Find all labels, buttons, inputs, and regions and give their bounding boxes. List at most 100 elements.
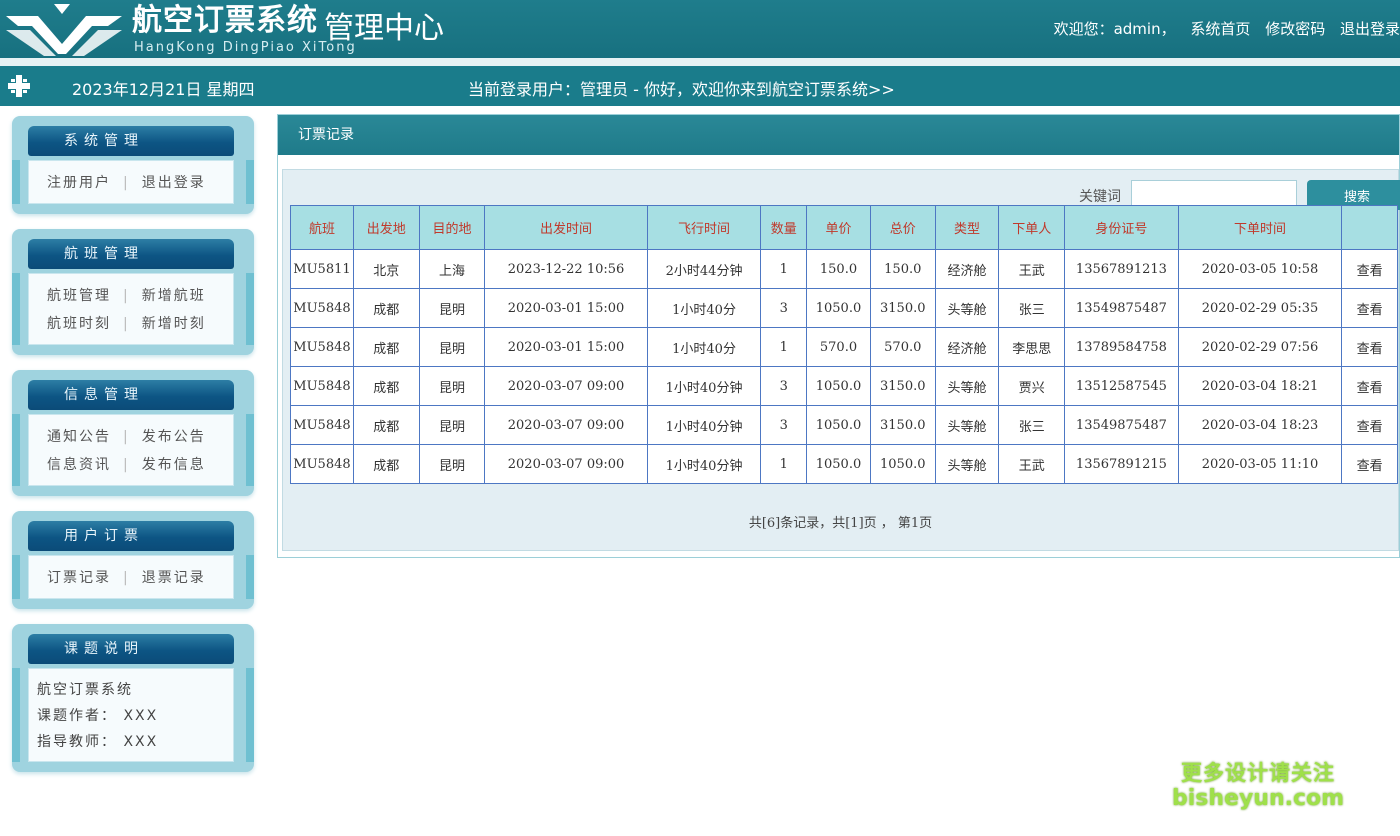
sidebar-item-add-schedule[interactable]: 新增时刻	[142, 316, 206, 332]
column-header: 身份证号	[1064, 205, 1179, 250]
sidebar-item-notice[interactable]: 通知公告	[47, 429, 111, 445]
welcome-message: 当前登录用户：管理员 - 你好，欢迎你来到航空订票系统>>	[468, 80, 895, 99]
keyword-label: 关键词	[1079, 189, 1121, 205]
view-link[interactable]: 查看	[1341, 288, 1398, 328]
table-cell: 150.0	[869, 249, 936, 289]
sidebar-item-logout[interactable]: 退出登录	[142, 175, 206, 191]
table-cell: 150.0	[806, 249, 871, 289]
table-cell: 3	[760, 405, 808, 445]
project-author: 课题作者： XXX	[37, 708, 159, 724]
table-row: MU5848 成都 昆明 2020-03-01 15:00 1小时40分 3 1050.0 3…	[290, 288, 1398, 328]
grid-plus-icon	[8, 75, 30, 97]
pagination-info: 共[6]条记录，共[1]页 ， 第1页	[748, 516, 933, 531]
table-cell: 2020-02-29 05:35	[1177, 288, 1343, 328]
panel-heading: 订票记录	[278, 115, 1399, 155]
view-link[interactable]: 查看	[1341, 249, 1398, 289]
view-link[interactable]: 查看	[1341, 366, 1398, 406]
table-cell: 2020-03-04 18:23	[1177, 405, 1343, 445]
records-container: 关键词 搜索 航班 出发地 目的地 出发时间 飞行时间 数量 单价 总价 类型 下单人 身份证号 下单…	[282, 169, 1400, 551]
sidebar-panel-flight: 航班管理 航班管理 | 新增航班 航班时刻 | 新增时刻	[12, 229, 254, 355]
sidebar-item-publish-info[interactable]: 发布信息	[142, 457, 206, 473]
sidebar-item-news[interactable]: 信息资讯	[47, 457, 111, 473]
sidebar-item-register-user[interactable]: 注册用户	[47, 175, 111, 191]
sidebar-item-booking-records[interactable]: 订票记录	[47, 570, 111, 586]
table-row: MU5848 成都 昆明 2020-03-07 09:00 1小时40分钟 3 1050.0…	[290, 366, 1398, 406]
table-cell: 570.0	[806, 327, 871, 367]
column-header: 航班	[290, 205, 354, 250]
column-header: 目的地	[418, 205, 486, 250]
table-cell: 张三	[998, 405, 1066, 445]
table-cell: 13512587545	[1064, 366, 1179, 406]
view-link[interactable]: 查看	[1341, 405, 1398, 445]
table-cell: 1	[760, 327, 808, 367]
sidebar-panel-booking: 用户订票 订票记录 | 退票记录	[12, 511, 254, 609]
nav-home-link[interactable]: 系统首页	[1190, 20, 1250, 38]
column-header: 总价	[869, 205, 936, 250]
table-cell: 昆明	[418, 327, 486, 367]
current-date: 2023年12月21日 星期四	[72, 80, 255, 99]
nav-logout-link[interactable]: 退出登录	[1340, 20, 1400, 38]
table-cell: 昆明	[418, 405, 486, 445]
table-cell: 570.0	[869, 327, 936, 367]
table-cell: 2020-03-05 10:58	[1177, 249, 1343, 289]
table-cell: 1050.0	[806, 444, 871, 484]
table-cell: MU5848	[290, 444, 354, 484]
table-row: MU5848 成都 昆明 2020-03-07 09:00 1小时40分钟 1 1050.0…	[290, 444, 1398, 484]
panel-title: 航班管理	[28, 239, 234, 269]
table-cell: 1	[760, 444, 808, 484]
view-link[interactable]: 查看	[1341, 444, 1398, 484]
view-link[interactable]: 查看	[1341, 327, 1398, 367]
table-cell: 2023-12-22 10:56	[484, 249, 648, 289]
table-cell: MU5848	[290, 288, 354, 328]
app-header: 航空订票系统 管理中心 HangKong DingPiao XiTong 欢迎您：…	[0, 0, 1400, 66]
table-header-row: 航班 出发地 目的地 出发时间 飞行时间 数量 单价 总价 类型 下单人 身份证号 下单时间	[290, 205, 1398, 250]
table-row: MU5811 北京 上海 2023-12-22 10:56 2小时44分钟 1 150.0 1…	[290, 249, 1398, 289]
column-header: 下单时间	[1177, 205, 1343, 250]
sidebar-item-add-flight[interactable]: 新增航班	[142, 288, 206, 304]
logo-icon	[6, 4, 122, 56]
table-body: MU5811 北京 上海 2023-12-22 10:56 2小时44分钟 1 150.0 1…	[290, 249, 1398, 484]
column-header: 类型	[934, 205, 1000, 250]
column-header: 出发地	[352, 205, 420, 250]
sidebar-panel-project: 课题说明 航空订票系统 课题作者： XXX 指导教师： XXX	[12, 624, 254, 772]
column-header: 出发时间	[484, 205, 648, 250]
info-bar: 2023年12月21日 星期四 当前登录用户：管理员 - 你好，欢迎你来到航空订…	[0, 66, 1400, 106]
table-cell: 经济舱	[934, 327, 1000, 367]
table-cell: 2020-03-04 18:21	[1177, 366, 1343, 406]
table-cell: 2020-03-01 15:00	[484, 288, 648, 328]
table-cell: 13567891215	[1064, 444, 1179, 484]
panel-title: 课题说明	[28, 634, 234, 664]
table-cell: 1小时40分	[646, 288, 762, 328]
brand: 航空订票系统 管理中心 HangKong DingPiao XiTong	[132, 2, 444, 55]
sidebar-item-flight-manage[interactable]: 航班管理	[47, 288, 111, 304]
panel-title: 系统管理	[28, 126, 234, 156]
table-cell: 1050.0	[806, 288, 871, 328]
sidebar-panel-info: 信息管理 通知公告 | 发布公告 信息资讯 | 发布信息	[12, 370, 254, 496]
sidebar-item-flight-schedule[interactable]: 航班时刻	[47, 316, 111, 332]
table-cell: MU5848	[290, 327, 354, 367]
table-cell: 1050.0	[806, 366, 871, 406]
sidebar-panel-system: 系统管理 注册用户 | 退出登录	[12, 116, 254, 214]
table-cell: 1小时40分钟	[646, 405, 762, 445]
table-cell: 头等舱	[934, 366, 1000, 406]
table-cell: 1小时40分钟	[646, 366, 762, 406]
table-cell: 北京	[352, 249, 420, 289]
table-row: MU5848 成都 昆明 2020-03-07 09:00 1小时40分钟 3 1050.0…	[290, 405, 1398, 445]
watermark-cn: 更多设计请关注	[1181, 761, 1336, 785]
table-cell: 13549875487	[1064, 405, 1179, 445]
column-header: 数量	[760, 205, 808, 250]
sidebar-item-refund-records[interactable]: 退票记录	[142, 570, 206, 586]
table-cell: 13567891213	[1064, 249, 1179, 289]
table-cell: 3150.0	[869, 366, 936, 406]
table-cell: 成都	[352, 288, 420, 328]
table-cell: 贾兴	[998, 366, 1066, 406]
nav-change-password-link[interactable]: 修改密码	[1265, 20, 1325, 38]
table-cell: 13789584758	[1064, 327, 1179, 367]
table-cell: 3150.0	[869, 405, 936, 445]
sidebar-item-publish-notice[interactable]: 发布公告	[142, 429, 206, 445]
column-header: 飞行时间	[646, 205, 762, 250]
table-cell: 张三	[998, 288, 1066, 328]
table-cell: 1小时40分	[646, 327, 762, 367]
watermark-url: bisheyun.com	[1172, 786, 1345, 811]
table-cell: 13549875487	[1064, 288, 1179, 328]
